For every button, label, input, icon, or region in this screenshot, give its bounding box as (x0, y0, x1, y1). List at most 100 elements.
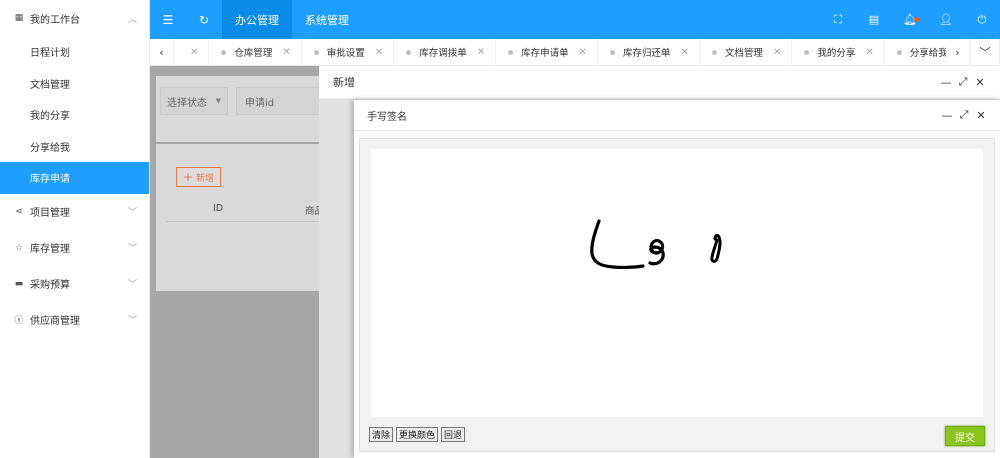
chevron-up-icon: ︿ (127, 14, 137, 25)
close-icon[interactable]: ✕ (681, 47, 689, 58)
tab-label: 库存归还单 (623, 48, 671, 59)
chevron-down-icon: ﹀ (127, 316, 137, 326)
dot-icon (610, 49, 616, 55)
signature-pad-container: 清除 更换颜色 回退 提交 (359, 138, 995, 452)
menu-group-projects[interactable]: ⋖ 项目管理 ﹀ (0, 194, 149, 230)
menu-group-label: 库存管理 (30, 244, 70, 255)
tab-label: 库存调拨单 (419, 48, 467, 59)
sidebar-item-label: 我的分享 (30, 111, 70, 123)
tab-label: 审批设置 (326, 48, 365, 59)
dot-icon (406, 49, 412, 55)
star-icon: ☆ (14, 242, 24, 253)
close-icon[interactable]: ✕ (282, 47, 290, 58)
menu-group-inventory[interactable]: ☆ 库存管理 ﹀ (0, 230, 149, 266)
tab-my-shares[interactable]: 我的分享 ✕ (792, 38, 885, 66)
dot-icon (508, 49, 514, 55)
tab-office[interactable]: 办公管理 (222, 0, 292, 39)
menu-group-label: 供应商管理 (30, 316, 80, 327)
status-select[interactable]: 选择状态 ▼ (160, 87, 228, 115)
table-divider (166, 221, 326, 222)
power-icon[interactable]: ⏻ (964, 0, 1000, 39)
dot-icon (896, 49, 902, 55)
tab-approval[interactable]: 审批设置 ✕ (302, 38, 395, 66)
menu-group-label: 我的工作台 (30, 14, 80, 26)
dialog-title: 手写签名 (367, 111, 407, 123)
close-icon[interactable]: ✕ (773, 47, 781, 58)
tabs-next-button[interactable]: › (946, 38, 970, 66)
dot-icon (804, 49, 810, 55)
signature-drawing (590, 219, 722, 270)
dot-icon (711, 49, 717, 55)
share-icon: ⋖ (15, 206, 23, 217)
dot-icon (221, 49, 227, 55)
sidebar-item-stock-request[interactable]: 库存申请 (0, 162, 149, 194)
tab-label: 库存申请单 (521, 48, 569, 59)
tab-label: 文档管理 (724, 48, 763, 59)
tab-return-form[interactable]: 库存归还单 ✕ (598, 38, 700, 66)
change-color-button[interactable]: 更换颜色 (396, 427, 439, 442)
undo-button[interactable]: 回退 (441, 427, 466, 442)
tab-request-form[interactable]: 库存申请单 ✕ (496, 38, 599, 66)
menu-group-label: 项目管理 (30, 208, 70, 219)
menu-toggle-icon[interactable]: ☰ (150, 0, 186, 39)
fullscreen-icon[interactable]: ⛶ (820, 0, 856, 39)
close-icon[interactable]: ✕ (974, 76, 986, 89)
menu-group-suppliers[interactable]: ⓢ 供应商管理 ﹀ (0, 302, 149, 338)
add-button[interactable]: + 新增 (176, 167, 221, 187)
sidebar-item-label: 日程计划 (30, 48, 70, 60)
sidebar-item-documents[interactable]: 文档管理 (0, 68, 149, 100)
sidebar-item-label: 库存申请 (30, 174, 70, 186)
signature-canvas[interactable] (371, 149, 983, 417)
submit-button[interactable]: 提交 (945, 426, 985, 446)
tab-label: 仓库管理 (234, 48, 273, 59)
tab-system[interactable]: 系统管理 (292, 0, 362, 39)
tab-partial[interactable]: ✕ (174, 38, 210, 66)
tabs-prev-button[interactable]: ‹ (150, 38, 174, 66)
maximize-icon[interactable]: ⤢ (958, 108, 970, 122)
bell-icon[interactable]: 🔔︎ (892, 0, 928, 39)
sidebar-item-label: 分享给我 (30, 142, 70, 154)
close-icon[interactable]: ✕ (865, 47, 873, 58)
sidebar-item-schedule[interactable]: 日程计划 (0, 36, 149, 68)
sidebar-item-shared-to-me[interactable]: 分享给我 (0, 131, 149, 163)
chevron-down-icon: ﹀ (127, 208, 137, 218)
plus-icon: + (182, 170, 194, 184)
user-icon[interactable]: 👤︎ (928, 0, 964, 39)
sidebar-item-my-shares[interactable]: 我的分享 (0, 99, 149, 131)
dollar-icon: ⓢ (14, 316, 24, 326)
notes-icon[interactable]: ▤ (856, 0, 892, 39)
request-id-input[interactable]: 申请id (236, 87, 326, 115)
tabs-scroll: ✕ 仓库管理 ✕ 审批设置 ✕ 库存调拨单 ✕ 库存申请单 ✕ 库存归还单 ✕ 文档管理 ✕… (174, 38, 946, 66)
tab-shared-to-me[interactable]: 分享给我✕ (885, 39, 946, 66)
tabs-menu-button[interactable]: ﹀ (970, 38, 1000, 66)
maximize-icon[interactable]: ⤢ (957, 75, 969, 89)
notification-dot (914, 17, 919, 22)
menu-group-workbench[interactable]: ▦ 我的工作台 ︿ (0, 0, 149, 36)
minimize-icon[interactable]: — (941, 109, 953, 122)
close-icon[interactable]: ✕ (375, 47, 383, 58)
tab-transfer[interactable]: 库存调拨单 ✕ (394, 38, 497, 66)
select-placeholder: 选择状态 (167, 97, 207, 109)
sidebar: ▦ 我的工作台 ︿ 日程计划 文档管理 我的分享 分享给我 库存申请 ⋖ 项目管… (0, 0, 150, 458)
signature-dialog: 手写签名 — ⤢ ✕ 清除 更换颜色 回退 提交 (354, 100, 1000, 458)
chevron-down-icon: ﹀ (127, 244, 137, 254)
tab-documents[interactable]: 文档管理 ✕ (700, 38, 793, 66)
close-icon[interactable]: ✕ (579, 47, 587, 58)
close-icon[interactable]: ✕ (975, 109, 987, 122)
clear-button[interactable]: 清除 (369, 427, 394, 442)
signature-dialog-header: 手写签名 — ⤢ ✕ (354, 100, 1000, 131)
tab-warehouse[interactable]: 仓库管理 ✕ (209, 38, 302, 66)
close-icon[interactable]: ✕ (477, 47, 485, 58)
close-icon[interactable]: ✕ (190, 47, 198, 58)
windows-icon: ▦ (14, 13, 24, 23)
tab-label: 我的分享 (817, 48, 856, 59)
dot-icon (313, 49, 319, 55)
input-placeholder: 申请id (245, 97, 275, 109)
menu-group-procurement[interactable]: ▬ 采购预算 ﹀ (0, 266, 149, 302)
add-button-label: 新增 (196, 173, 215, 184)
minimize-icon[interactable]: — (940, 76, 952, 89)
cart-icon: ▬ (14, 278, 24, 289)
refresh-icon[interactable]: ↻ (186, 0, 222, 39)
tab-label: 分享给我 (909, 48, 946, 59)
add-dialog-header: 新增 — ⤢ ✕ (319, 66, 1000, 99)
